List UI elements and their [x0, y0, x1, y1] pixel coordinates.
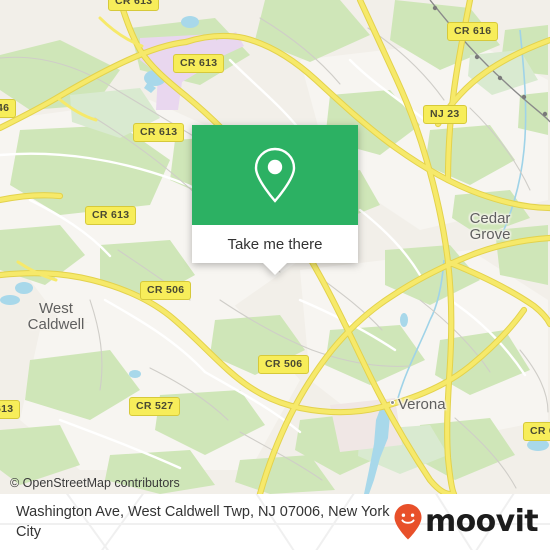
place-label-verona: Verona [398, 396, 446, 413]
location-pin-icon [254, 147, 296, 203]
place-label-line: Cedar [469, 210, 511, 227]
road-shield: 46 [0, 99, 17, 118]
moovit-smiley-pin-icon [394, 504, 422, 540]
road-shield: CR 613 [133, 123, 185, 142]
place-label-west-caldwell: West Caldwell [8, 301, 104, 333]
city-dot-verona [390, 400, 395, 405]
road-shield: 613 [0, 400, 21, 419]
moovit-map-screen: .grn { fill:#cfe6b8; } .grn2 { fill:#d9e… [0, 0, 550, 550]
take-me-there-label: Take me there [227, 235, 323, 253]
moovit-wordmark: moovit [424, 504, 539, 539]
road-shield: CR 613 [173, 54, 225, 73]
road-shield: CR 527 [129, 397, 181, 416]
osm-attribution[interactable]: © OpenStreetMap contributors [10, 476, 180, 490]
place-label-line: Caldwell [27, 316, 85, 333]
place-label-line: Grove [469, 226, 511, 243]
moovit-brand[interactable]: moovit [393, 503, 539, 541]
callout-header [192, 125, 358, 225]
road-shield: CR 613 [108, 0, 160, 11]
road-shield: CR 616 [447, 22, 499, 41]
footer-bar: Washington Ave, West Caldwell Twp, NJ 07… [0, 494, 550, 550]
callout-footer[interactable]: Take me there [192, 225, 358, 275]
address-label: Washington Ave, West Caldwell Twp, NJ 07… [16, 504, 390, 540]
road-shield: CR 506 [258, 355, 310, 374]
road-shield: CR 613 [85, 206, 137, 225]
callout-tail [263, 263, 287, 275]
place-label-line: West [39, 300, 73, 317]
place-label-line: Verona [398, 396, 446, 413]
road-shield: NJ 23 [423, 105, 467, 124]
place-label-cedar-grove: Cedar Grove [452, 211, 528, 243]
road-shield: CR 506 [140, 281, 192, 300]
road-shield: CR 6 [523, 422, 550, 441]
take-me-there-callout[interactable]: Take me there [192, 125, 358, 275]
